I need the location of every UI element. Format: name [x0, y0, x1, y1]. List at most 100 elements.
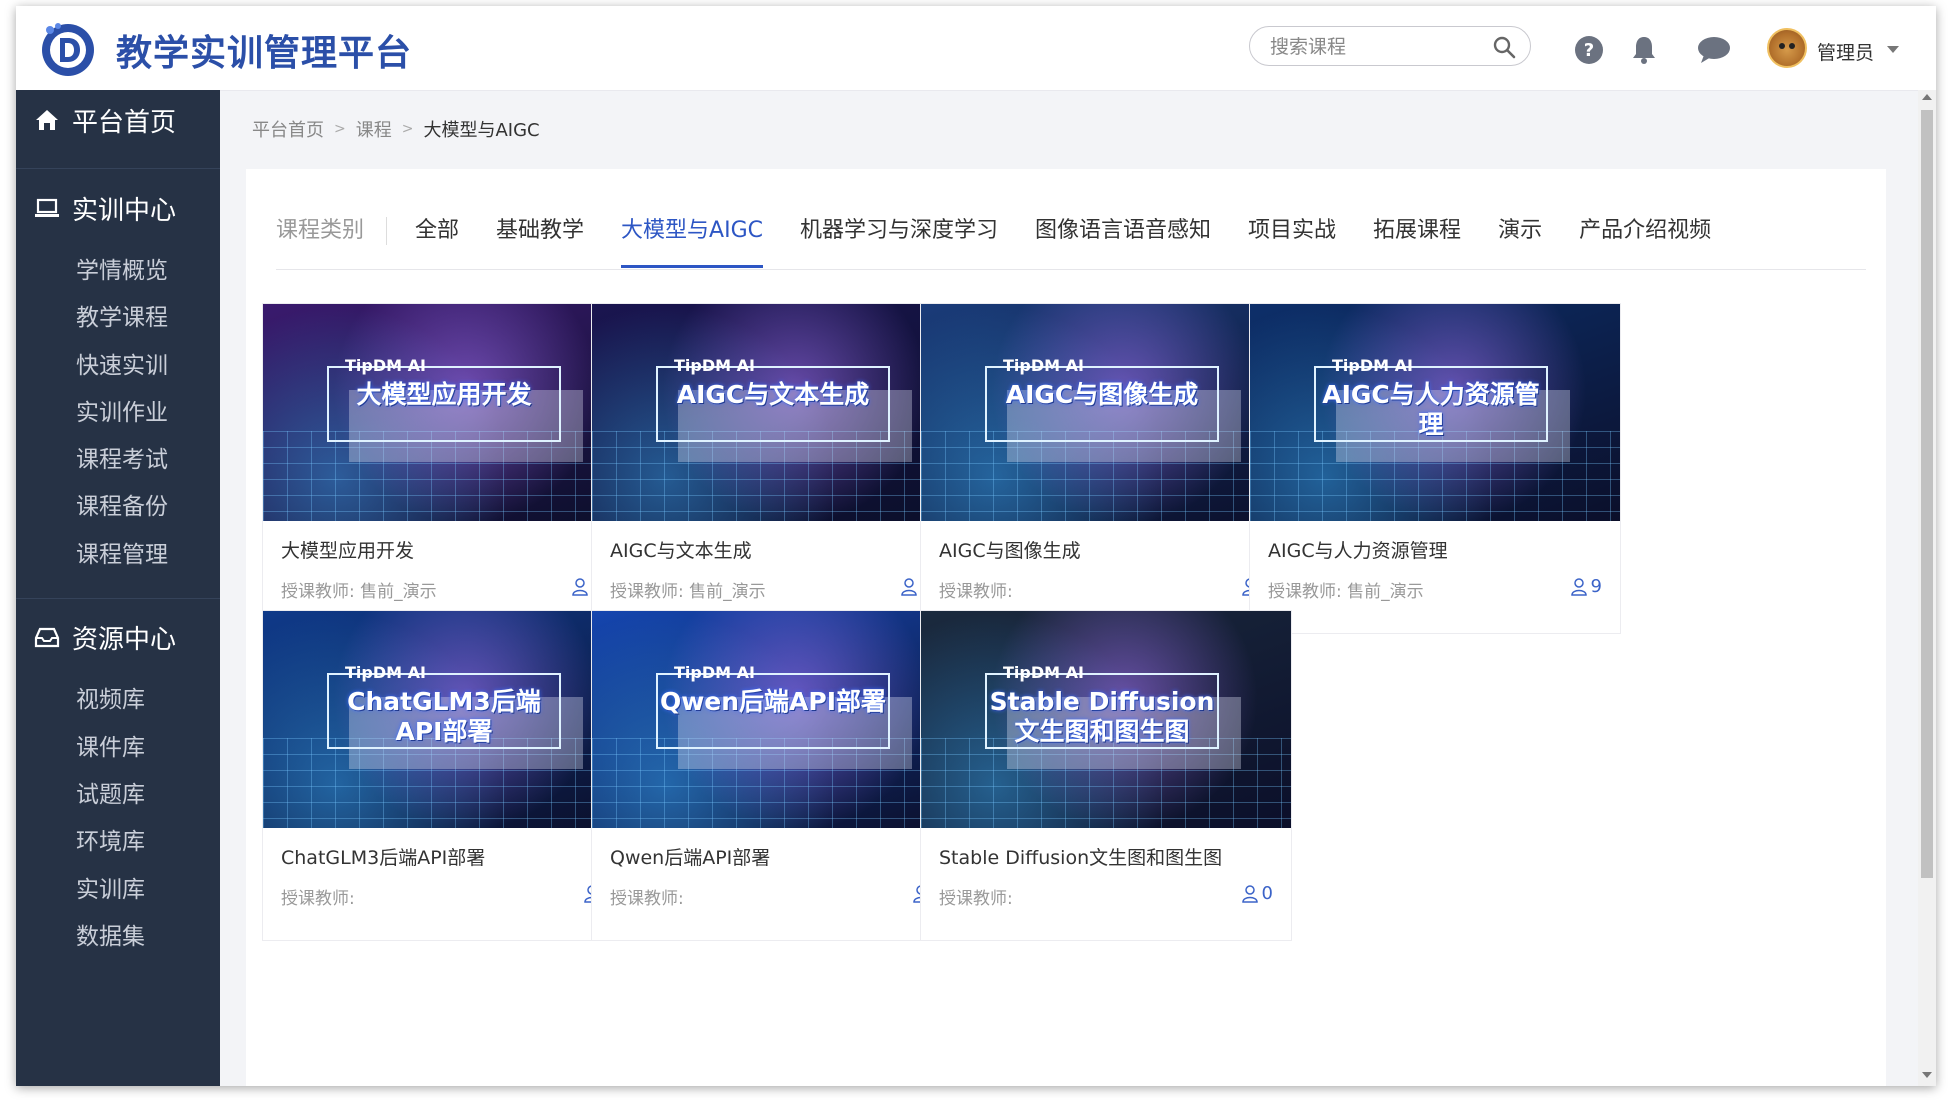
- user-icon: [572, 577, 588, 596]
- course-cover-image[interactable]: TipDM AI AIGC与文本生成: [592, 304, 962, 521]
- breadcrumb: 平台首页 > 课程 > 大模型与AIGC: [252, 116, 540, 142]
- course-title[interactable]: AIGC与文本生成: [610, 536, 752, 563]
- sidebar-divider: [16, 598, 220, 599]
- course-card[interactable]: TipDM AI Stable Diffusion文生图和图生图 Stable …: [920, 610, 1292, 941]
- cover-brand-tag: TipDM AI: [1332, 356, 1413, 375]
- laptop-icon: [35, 198, 59, 217]
- tab-basic-teaching[interactable]: 基础教学: [496, 217, 584, 245]
- cover-banner-text: Qwen后端API部署: [659, 687, 887, 716]
- chevron-down-icon[interactable]: [1887, 46, 1899, 53]
- tab-demo[interactable]: 演示: [1498, 217, 1542, 245]
- course-title[interactable]: 大模型应用开发: [281, 536, 414, 563]
- tab-product-videos[interactable]: 产品介绍视频: [1579, 217, 1711, 245]
- breadcrumb-current: 大模型与AIGC: [423, 120, 540, 141]
- sidebar-item-environment-library[interactable]: 环境库: [76, 822, 145, 856]
- sidebar-item-question-bank[interactable]: 试题库: [76, 775, 145, 809]
- course-teacher: 授课教师:: [939, 889, 1013, 909]
- sidebar-item-datasets[interactable]: 数据集: [76, 917, 145, 951]
- sidebar-item-training-library[interactable]: 实训库: [76, 870, 145, 904]
- scroll-up-icon[interactable]: [1922, 94, 1932, 100]
- breadcrumb-separator-icon: >: [401, 121, 414, 137]
- breadcrumb-home[interactable]: 平台首页: [252, 116, 324, 142]
- course-title[interactable]: ChatGLM3后端API部署: [281, 843, 485, 870]
- course-teacher: 授课教师: 售前_演示: [281, 582, 437, 602]
- course-card[interactable]: TipDM AI 大模型应用开发 大模型应用开发 授课教师: 售前_演示 15: [262, 303, 634, 634]
- tab-projects[interactable]: 项目实战: [1248, 217, 1336, 245]
- course-card[interactable]: TipDM AI AIGC与人力资源管理 AIGC与人力资源管理 授课教师: 售…: [1249, 303, 1621, 634]
- cover-banner-text: ChatGLM3后端API部署: [347, 687, 541, 746]
- sidebar-section-training[interactable]: 实训中心: [16, 178, 220, 238]
- course-cover-image[interactable]: TipDM AI AIGC与图像生成: [921, 304, 1291, 521]
- home-icon: [36, 110, 58, 130]
- course-cover-image[interactable]: TipDM AI Qwen后端API部署: [592, 611, 962, 828]
- user-icon: [1241, 884, 1258, 903]
- course-cover-image[interactable]: TipDM AI 大模型应用开发: [263, 304, 633, 521]
- help-icon[interactable]: ?: [1573, 34, 1605, 66]
- cover-brand-tag: TipDM AI: [674, 356, 755, 375]
- course-card[interactable]: TipDM AI Qwen后端API部署 Qwen后端API部署 授课教师: 0: [591, 610, 963, 941]
- sidebar-item-exams[interactable]: 课程考试: [76, 440, 168, 474]
- tab-perception[interactable]: 图像语言语音感知: [1035, 217, 1211, 245]
- course-teacher: 授课教师:: [281, 889, 355, 909]
- message-icon[interactable]: [1696, 34, 1732, 66]
- cover-brand-tag: TipDM AI: [1003, 356, 1084, 375]
- sidebar-section-label: 实训中心: [72, 195, 177, 226]
- search-input[interactable]: [1268, 35, 1482, 59]
- platform-title: 教学实训管理平台: [116, 33, 413, 74]
- search-box[interactable]: [1249, 26, 1531, 66]
- user-icon: [1570, 577, 1587, 596]
- course-title[interactable]: AIGC与人力资源管理: [1268, 536, 1448, 563]
- cover-brand-tag: TipDM AI: [1003, 663, 1084, 682]
- notification-bell-icon[interactable]: [1628, 34, 1660, 66]
- scroll-down-icon[interactable]: [1922, 1072, 1932, 1078]
- sidebar-item-quick-training[interactable]: 快速实训: [76, 346, 168, 380]
- course-title[interactable]: Stable Diffusion文生图和图生图: [939, 843, 1222, 870]
- user-icon: [901, 577, 917, 596]
- user-name[interactable]: 管理员: [1817, 38, 1874, 65]
- breadcrumb-courses[interactable]: 课程: [356, 116, 392, 142]
- sidebar-item-courseware-library[interactable]: 课件库: [76, 728, 145, 762]
- sidebar-item-video-library[interactable]: 视频库: [76, 680, 145, 714]
- enrollment-count: 9: [1570, 576, 1602, 597]
- course-cover-image[interactable]: TipDM AI ChatGLM3后端API部署: [263, 611, 633, 828]
- course-card[interactable]: TipDM AI AIGC与文本生成 AIGC与文本生成 授课教师: 售前_演示…: [591, 303, 963, 634]
- tab-extension[interactable]: 拓展课程: [1373, 217, 1461, 245]
- course-card[interactable]: TipDM AI AIGC与图像生成 AIGC与图像生成 授课教师: 9: [920, 303, 1292, 634]
- platform-logo-icon: [42, 23, 94, 76]
- course-teacher: 授课教师: 售前_演示: [1268, 582, 1424, 602]
- course-teacher: 授课教师:: [939, 582, 1013, 602]
- enrollment-count: 0: [1241, 883, 1273, 904]
- course-cover-image[interactable]: TipDM AI Stable Diffusion文生图和图生图: [921, 611, 1291, 828]
- cover-banner-text: AIGC与文本生成: [676, 380, 870, 409]
- tab-all[interactable]: 全部: [415, 217, 459, 245]
- category-tabs: 课程类别 全部 基础教学 大模型与AIGC 机器学习与深度学习 图像语言语音感知…: [276, 217, 1748, 268]
- course-cover-image[interactable]: TipDM AI AIGC与人力资源管理: [1250, 304, 1620, 521]
- user-avatar[interactable]: [1767, 28, 1807, 68]
- sidebar-item-learning-overview[interactable]: 学情概览: [76, 251, 168, 285]
- sidebar-item-label: 平台首页: [72, 107, 177, 138]
- app-window: 教学实训管理平台 ? 管理员 平台首页: [16, 6, 1936, 1086]
- sidebar-item-backup[interactable]: 课程备份: [76, 487, 168, 521]
- sidebar-section-resources[interactable]: 资源中心: [16, 607, 220, 667]
- tabs-divider: [276, 269, 1866, 270]
- category-label: 课程类别: [276, 217, 388, 245]
- course-panel: 课程类别 全部 基础教学 大模型与AIGC 机器学习与深度学习 图像语言语音感知…: [246, 169, 1886, 1086]
- cover-banner-text: Stable Diffusion文生图和图生图: [989, 687, 1215, 746]
- sidebar-item-assignments[interactable]: 实训作业: [76, 393, 168, 427]
- course-title[interactable]: Qwen后端API部署: [610, 843, 770, 870]
- cover-brand-tag: TipDM AI: [345, 356, 426, 375]
- cover-brand-tag: TipDM AI: [345, 663, 426, 682]
- sidebar-section-label: 资源中心: [72, 624, 177, 655]
- course-card[interactable]: TipDM AI ChatGLM3后端API部署 ChatGLM3后端API部署…: [262, 610, 634, 941]
- sidebar-item-courses[interactable]: 教学课程: [76, 298, 168, 332]
- tab-ml-dl[interactable]: 机器学习与深度学习: [800, 217, 998, 245]
- tab-llm-aigc[interactable]: 大模型与AIGC: [621, 217, 763, 268]
- cover-banner-text: AIGC与图像生成: [1005, 380, 1199, 409]
- search-icon[interactable]: [1492, 35, 1516, 59]
- sidebar-item-home[interactable]: 平台首页: [16, 90, 220, 150]
- sidebar-item-course-management[interactable]: 课程管理: [76, 535, 168, 569]
- breadcrumb-separator-icon: >: [334, 121, 346, 137]
- enrollment-count-value: 0: [1261, 883, 1273, 904]
- scrollbar-thumb[interactable]: [1921, 110, 1933, 878]
- course-title[interactable]: AIGC与图像生成: [939, 536, 1081, 563]
